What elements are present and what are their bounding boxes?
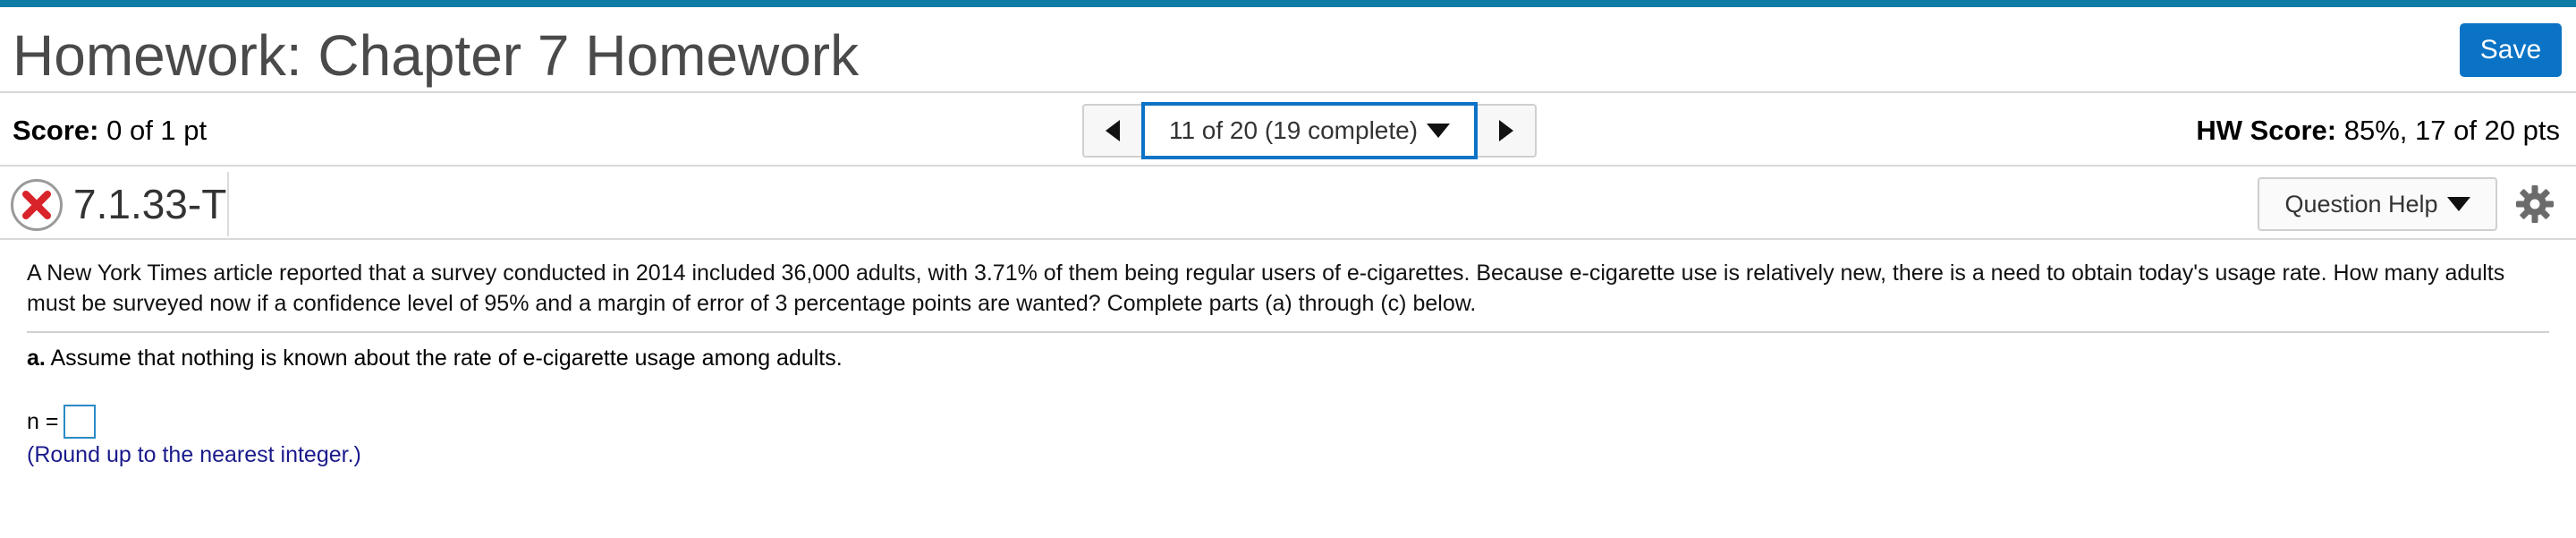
question-help-button[interactable]: Question Help: [2258, 177, 2497, 231]
hw-score: HW Score: 85%, 17 of 20 pts: [2196, 115, 2560, 147]
problem-text: A New York Times article reported that a…: [27, 260, 2505, 316]
incorrect-x-icon: [11, 179, 63, 231]
answer-label: n =: [27, 408, 59, 434]
question-navigator: 11 of 20 (19 complete): [1082, 102, 1537, 159]
page-header: Homework: Chapter 7 Homework Save: [0, 7, 2576, 93]
question-bar: 7.1.33-T Question Help: [0, 167, 2576, 240]
arrow-left-icon: [1106, 120, 1120, 141]
part-a-label: a.: [27, 346, 46, 371]
next-question-button[interactable]: [1478, 104, 1537, 158]
part-a-prompt: a. Assume that nothing is known about th…: [27, 344, 2549, 372]
question-select-text: 11 of 20 (19 complete): [1168, 116, 1419, 144]
page-title: Homework: Chapter 7 Homework: [13, 23, 860, 88]
divider: [27, 331, 2549, 333]
score-value: 0 of 1 pt: [106, 115, 208, 146]
answer-input[interactable]: [64, 405, 97, 439]
score-bar: Score: 0 of 1 pt 11 of 20 (19 complete) …: [0, 93, 2576, 167]
question-help-label: Question Help: [2284, 190, 2438, 218]
caret-down-icon: [2446, 197, 2470, 211]
caret-down-icon: [1427, 124, 1451, 138]
top-accent-bar: [0, 0, 2576, 7]
arrow-right-icon: [1499, 120, 1513, 141]
save-button[interactable]: Save: [2460, 23, 2562, 77]
question-content: A New York Times article reported that a…: [0, 240, 2576, 468]
question-select-dropdown[interactable]: 11 of 20 (19 complete): [1141, 102, 1478, 159]
previous-question-button[interactable]: [1082, 104, 1141, 158]
score-label: Score:: [13, 115, 99, 146]
answer-row: n =: [27, 405, 2549, 439]
hw-score-label: HW Score:: [2196, 115, 2337, 146]
score: Score: 0 of 1 pt: [13, 115, 207, 147]
question-id: 7.1.33-T: [73, 181, 227, 227]
rounding-hint: (Round up to the nearest integer.): [27, 442, 361, 467]
hw-score-value: 85%, 17 of 20 pts: [2343, 115, 2560, 146]
gear-icon[interactable]: [2515, 184, 2555, 224]
divider: [227, 172, 229, 236]
part-a-text: Assume that nothing is known about the r…: [50, 346, 843, 371]
